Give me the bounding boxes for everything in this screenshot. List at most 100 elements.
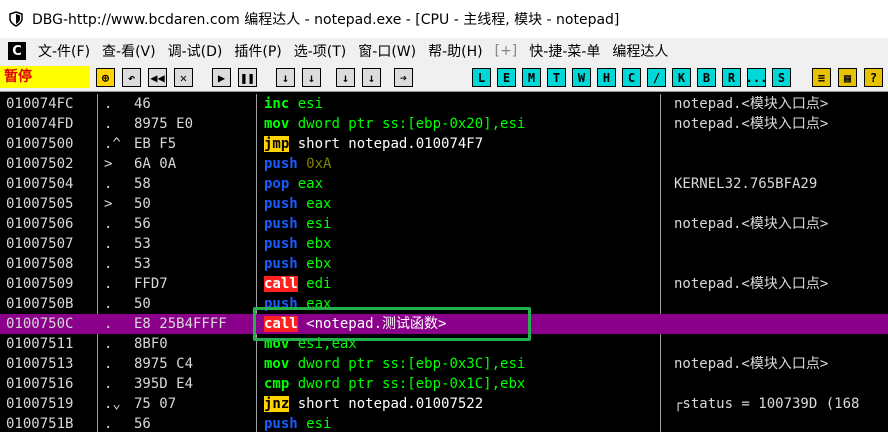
breakpoints-button[interactable]: B <box>697 68 716 87</box>
menu-bcdaren[interactable]: 编程达人 <box>606 41 674 61</box>
row-address: 01007506 <box>6 216 74 232</box>
row-hex-bytes: 46 <box>134 96 151 112</box>
row-address: 010074FD <box>6 116 74 132</box>
handles-button[interactable]: H <box>597 68 616 87</box>
cpu-button[interactable]: C <box>622 68 641 87</box>
row-jump-marker: . <box>104 416 113 432</box>
close-icon[interactable]: ✕ <box>174 68 193 87</box>
row-mnemonic: jnz <box>264 396 290 412</box>
row-jump-marker: > <box>104 156 113 172</box>
row-hex-bytes: 6A 0A <box>134 156 177 172</box>
row-hex-bytes: 8975 E0 <box>134 116 194 132</box>
row-operands: dword ptr ss:[ebp-0x20],esi <box>297 116 526 132</box>
disasm-row[interactable]: 01007506. 56 push esi notepad.<模块入口点> <box>0 214 888 234</box>
row-address: 01007505 <box>6 196 74 212</box>
windows-button[interactable]: W <box>572 68 591 87</box>
list-icon[interactable]: ≡ <box>812 68 831 87</box>
menu-window[interactable]: 窗-口(W) <box>352 41 422 61</box>
row-hex-bytes: FFD7 <box>134 276 168 292</box>
row-operands: esi <box>306 416 332 432</box>
row-jump-marker: . <box>104 296 113 312</box>
disasm-row[interactable]: 010074FC. 46 inc esi notepad.<模块入口点> <box>0 94 888 114</box>
row-address: 01007502 <box>6 156 74 172</box>
restart-icon[interactable]: ↶ <box>122 68 141 87</box>
trace-into-icon[interactable]: ↓ <box>336 68 355 87</box>
row-mnemonic: mov <box>264 356 290 372</box>
run-icon[interactable]: ▶ <box>212 68 231 87</box>
rewind-icon[interactable]: ◀◀ <box>148 68 167 87</box>
step-over-icon[interactable]: ↓ <box>302 68 321 87</box>
disasm-row[interactable]: 010074FD. 8975 E0 mov dword ptr ss:[ebp-0x… <box>0 114 888 134</box>
menu-shortcut[interactable]: 快-捷-菜-单 <box>523 41 606 61</box>
row-disassembly: call edi <box>264 274 331 294</box>
disasm-row[interactable]: 01007502 >6A 0A push 0xA <box>0 154 888 174</box>
menu-options[interactable]: 选-项(T) <box>288 41 353 61</box>
row-hex-bytes: 56 <box>134 216 151 232</box>
disasm-row[interactable]: 01007513. 8975 C4 mov dword ptr ss:[ebp-0x… <box>0 354 888 374</box>
disasm-row[interactable]: 01007519 .⌄ 75 07 jnz short notepad.0100752… <box>0 394 888 414</box>
menu-debug[interactable]: 调-试(D) <box>162 41 229 61</box>
row-mnemonic: jmp <box>264 136 290 152</box>
row-mnemonic: push <box>264 156 298 172</box>
row-address: 0100751B <box>6 416 74 432</box>
menu-plus[interactable]: [+] <box>489 43 524 59</box>
row-address: 010074FC <box>6 96 74 112</box>
row-operands: 0xA <box>306 156 332 172</box>
threads-button[interactable]: T <box>547 68 566 87</box>
disasm-row[interactable]: 0100751B. 56 push esi <box>0 414 888 432</box>
row-hex-bytes: 53 <box>134 236 151 252</box>
disasm-row[interactable]: 01007504. 58 pop eax KERNEL32.765BFA29 <box>0 174 888 194</box>
disasm-row[interactable]: 01007500 .^ EB F5 jmp short notepad.010074F… <box>0 134 888 154</box>
row-operands: ebx <box>306 256 332 272</box>
row-jump-marker: . <box>104 116 113 132</box>
row-address: 01007509 <box>6 276 74 292</box>
row-disassembly: mov dword ptr ss:[ebp-0x3C],esi <box>264 354 525 374</box>
row-hex-bytes: 75 07 <box>134 396 177 412</box>
row-operands: eax <box>306 196 332 212</box>
menu-plugins[interactable]: 插件(P) <box>228 41 287 61</box>
menu-help[interactable]: 帮-助(H) <box>422 41 489 61</box>
row-hex-bytes: 8975 C4 <box>134 356 194 372</box>
disasm-row[interactable]: 01007507. 53 push ebx <box>0 234 888 254</box>
row-jump-marker: . <box>104 376 113 392</box>
row-disassembly: push ebx <box>264 234 331 254</box>
call-stack-button[interactable]: K <box>672 68 691 87</box>
row-hex-bytes: 50 <box>134 296 151 312</box>
menu-file[interactable]: 文-件(F) <box>32 41 96 61</box>
trace-over-icon[interactable]: ↓ <box>362 68 381 87</box>
row-jump-marker: .⌄ <box>104 396 121 412</box>
disasm-row[interactable]: 01007505 >50 push eax <box>0 194 888 214</box>
disasm-row[interactable]: 01007508. 53 push ebx <box>0 254 888 274</box>
grid-icon[interactable]: ▦ <box>838 68 857 87</box>
open-icon[interactable]: ⊕ <box>96 68 115 87</box>
step-into-icon[interactable]: ↓ <box>276 68 295 87</box>
title-bar: DBG-http://www.bcdaren.com 编程达人 - notepa… <box>0 0 888 38</box>
debug-status-badge: 暂停 <box>0 66 90 88</box>
row-hex-bytes: 56 <box>134 416 151 432</box>
row-hex-bytes: EB F5 <box>134 136 177 152</box>
help-icon[interactable]: ? <box>864 68 883 87</box>
memory-map-button[interactable]: M <box>522 68 541 87</box>
execute-till-return-icon[interactable]: ➔ <box>394 68 413 87</box>
references-button[interactable]: R <box>722 68 741 87</box>
executables-button[interactable]: E <box>497 68 516 87</box>
row-operands: esi <box>306 216 332 232</box>
row-operands: ebx <box>306 236 332 252</box>
log-window-button[interactable]: L <box>472 68 491 87</box>
disassembly-pane[interactable]: 010074FC. 46 inc esi notepad.<模块入口点> 010074F… <box>0 94 888 432</box>
shield-icon <box>9 11 23 27</box>
menu-view[interactable]: 查-看(V) <box>96 41 162 61</box>
row-hex-bytes: 395D E4 <box>134 376 194 392</box>
disasm-row[interactable]: 01007516. 395D E4 cmp dword ptr ss:[ebp-0x… <box>0 374 888 394</box>
row-address: 01007519 <box>6 396 74 412</box>
run-trace-button[interactable]: ... <box>746 68 767 87</box>
disasm-row[interactable]: 01007509. FFD7 call edi notepad.<模块入口点> <box>0 274 888 294</box>
pause-icon[interactable]: ❚❚ <box>238 68 257 87</box>
row-hex-bytes: E8 25B4FFFF <box>134 316 227 332</box>
row-jump-marker: > <box>104 196 113 212</box>
source-button[interactable]: S <box>772 68 791 87</box>
patches-button[interactable]: / <box>647 68 666 87</box>
